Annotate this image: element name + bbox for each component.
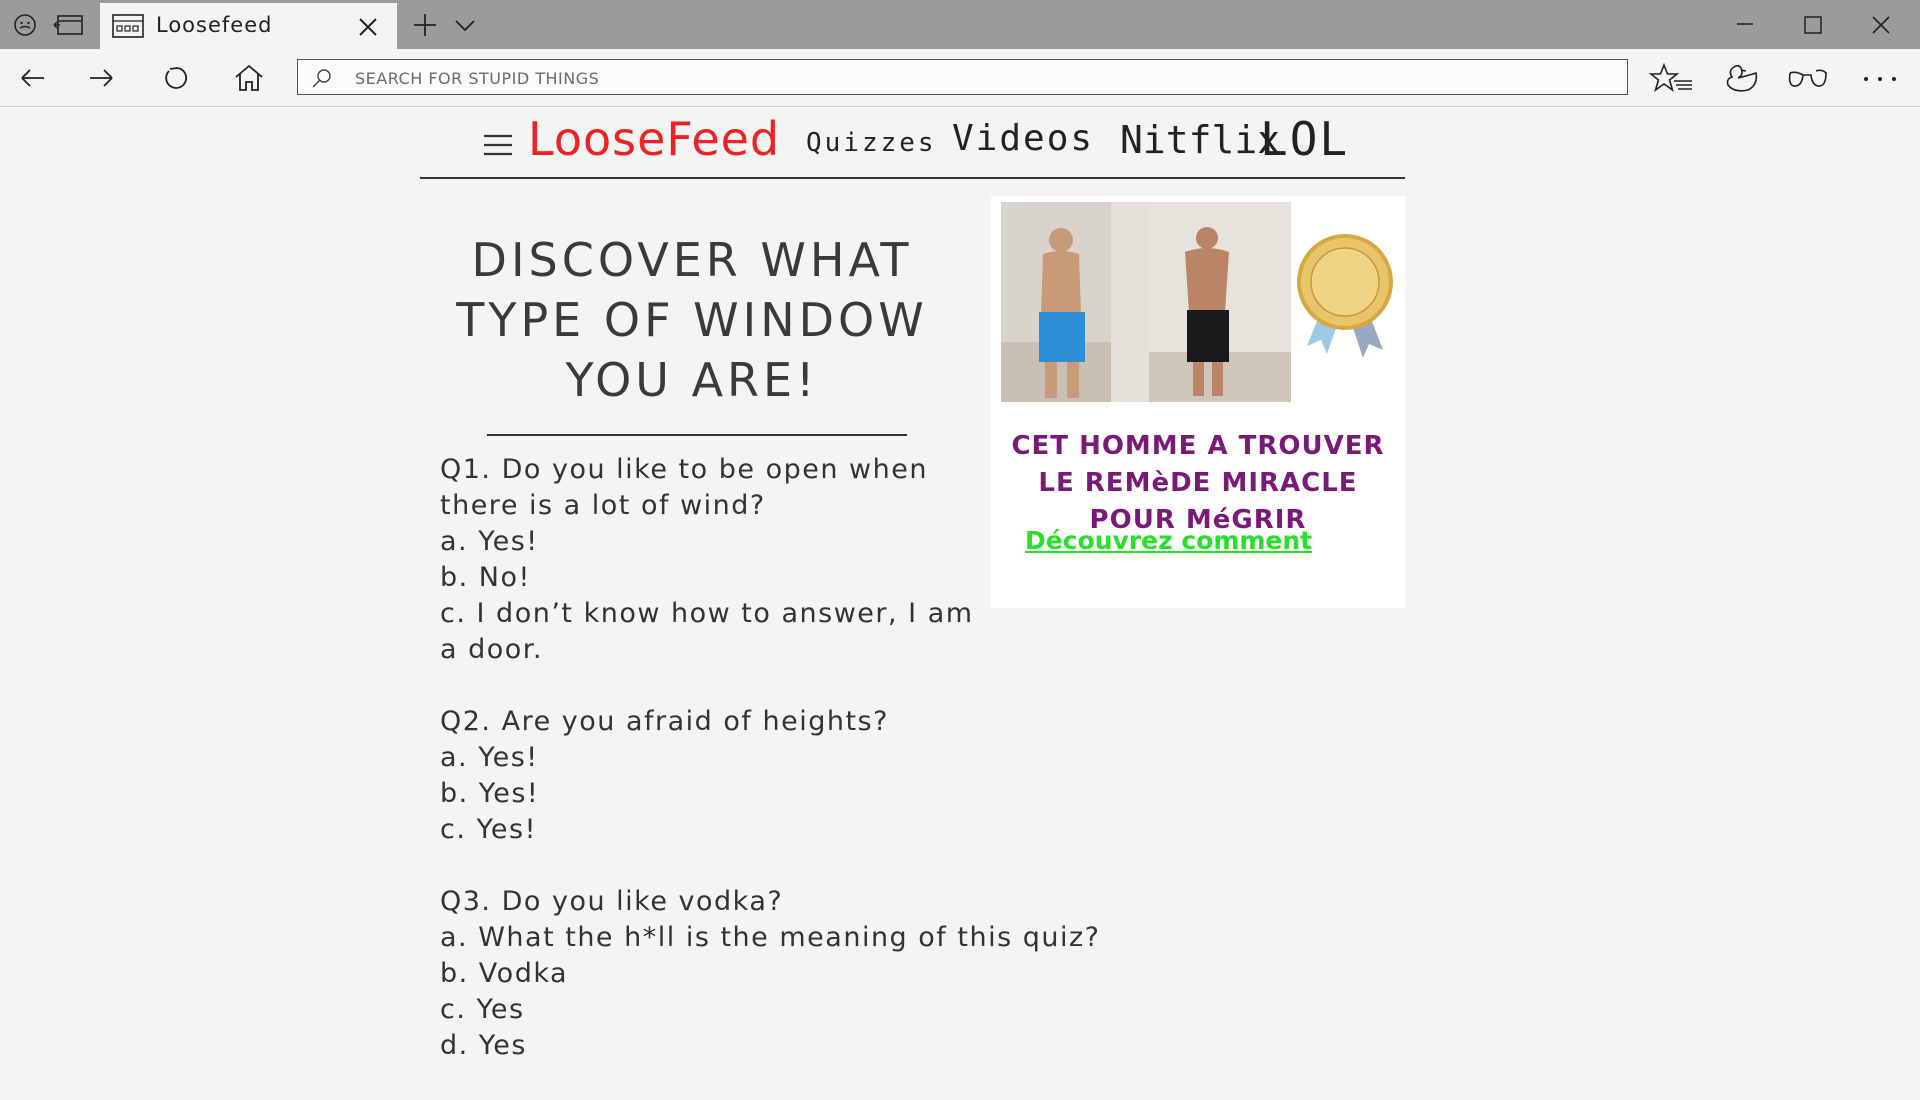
home-icon[interactable] <box>232 61 266 95</box>
favorites-icon[interactable] <box>1648 61 1694 95</box>
answer-option[interactable]: a. Yes! <box>440 524 980 560</box>
title-divider <box>487 434 907 436</box>
answer-option[interactable]: c. Yes <box>440 992 980 1028</box>
plus-icon[interactable] <box>410 10 440 40</box>
forward-arrow-icon[interactable] <box>84 61 118 95</box>
title-bar: Loosefeed <box>0 0 1920 49</box>
answer-option[interactable]: b. Yes! <box>440 776 980 812</box>
nav-link-nitflix[interactable]: Nitflix <box>1120 118 1280 162</box>
back-arrow-icon[interactable] <box>16 61 50 95</box>
question-1: Q1. Do you like to be open when there is… <box>440 452 980 668</box>
address-bar[interactable] <box>297 59 1628 95</box>
answer-option[interactable]: c. Yes! <box>440 812 980 848</box>
search-icon <box>312 69 331 88</box>
navigation-bar <box>0 49 1920 107</box>
question-2: Q2. Are you afraid of heights? a. Yes! b… <box>440 704 980 848</box>
tab-manager-icon[interactable] <box>52 10 86 40</box>
tab-title: Loosefeed <box>156 13 273 37</box>
duck-icon[interactable] <box>1722 61 1762 95</box>
chevron-down-icon[interactable] <box>450 10 480 40</box>
answer-option[interactable]: c. I don’t know how to answer, I am a do… <box>440 596 980 668</box>
after-photo <box>1149 202 1291 402</box>
answer-option[interactable]: b. No! <box>440 560 980 596</box>
question-text: Q1. Do you like to be open when there is… <box>440 454 928 521</box>
site-logo[interactable]: LooseFeed <box>528 112 780 166</box>
nav-link-lol[interactable]: LOL <box>1260 112 1349 166</box>
smiley-icon[interactable] <box>10 10 40 40</box>
page-title: DISCOVER WHAT TYPE OF WINDOW YOU ARE! <box>456 233 928 407</box>
site-header: LooseFeed Quizzes Videos Nitflix LOL <box>420 110 1405 179</box>
certified-seal-icon <box>1297 234 1393 358</box>
more-icon[interactable] <box>1858 61 1902 95</box>
minimize-icon[interactable] <box>1730 10 1760 40</box>
glasses-icon[interactable] <box>1786 61 1830 95</box>
page-favicon-icon <box>112 14 144 38</box>
refresh-icon[interactable] <box>160 61 194 95</box>
ad-headline: CET HOMME A TROUVER LE REMèDE MIRACLE PO… <box>1011 431 1385 535</box>
active-tab[interactable]: Loosefeed <box>100 3 397 49</box>
quiz-questions: Q1. Do you like to be open when there is… <box>440 452 1099 1100</box>
close-tab-icon[interactable] <box>356 15 380 39</box>
hamburger-menu-icon[interactable] <box>482 132 514 158</box>
question-text: Q3. Do you like vodka? <box>440 886 784 917</box>
answer-option[interactable]: a. What the h*ll is the meaning of this … <box>440 920 1099 956</box>
question-3: Q3. Do you like vodka? a. What the h*ll … <box>440 884 1099 1064</box>
advertisement[interactable]: CET HOMME A TROUVER LE REMèDE MIRACLE PO… <box>991 196 1405 608</box>
nav-link-quizzes[interactable]: Quizzes <box>806 128 937 158</box>
search-input[interactable] <box>353 63 1557 93</box>
answer-option[interactable]: a. Yes! <box>440 740 980 776</box>
answer-option[interactable]: d. Yes <box>440 1028 980 1064</box>
nav-link-videos[interactable]: Videos <box>952 118 1094 159</box>
ad-link[interactable]: Découvrez comment <box>1025 526 1312 555</box>
close-icon[interactable] <box>1866 10 1896 40</box>
maximize-icon[interactable] <box>1798 10 1828 40</box>
before-photo <box>1001 202 1151 402</box>
question-text: Q2. Are you afraid of heights? <box>440 706 889 737</box>
answer-option[interactable]: b. Vodka <box>440 956 980 992</box>
